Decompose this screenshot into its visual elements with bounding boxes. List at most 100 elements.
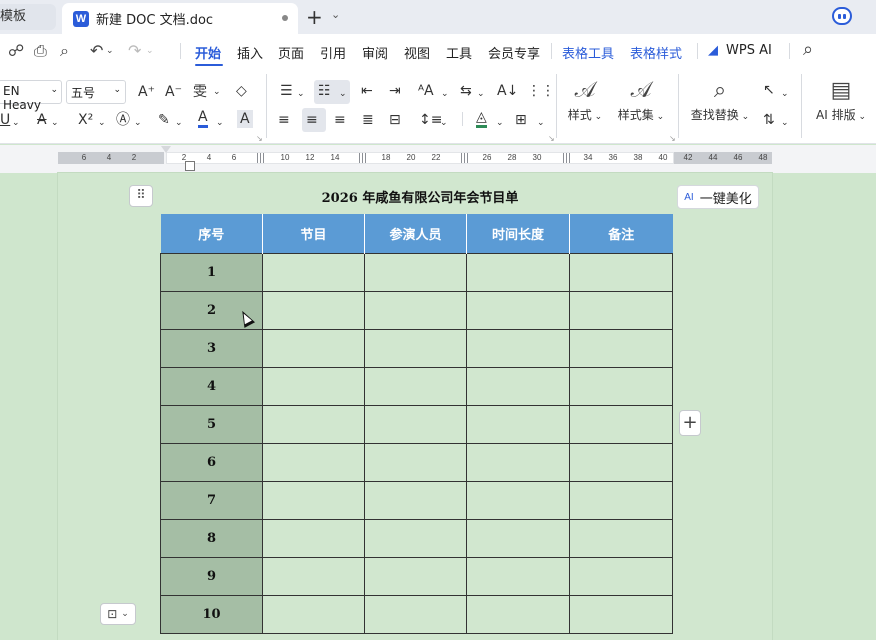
add-column-button[interactable]: + <box>679 410 701 436</box>
tab-list-chevron-icon[interactable]: ⌄ <box>331 8 340 21</box>
table-cell[interactable] <box>364 252 467 292</box>
table-cell[interactable] <box>569 594 673 634</box>
table-cell[interactable] <box>364 404 467 444</box>
justify-icon[interactable]: ≣ <box>362 111 374 129</box>
horizontal-ruler[interactable]: 6 4 2 2 4 6 10 12 14 18 20 22 26 28 30 3… <box>0 145 876 173</box>
row-number-cell[interactable]: 10 <box>160 594 263 634</box>
align-center-icon[interactable]: ≡ <box>306 111 318 129</box>
numbered-list-icon[interactable]: ☷ <box>318 82 331 100</box>
font-size-select[interactable]: 五号 ⌄ <box>66 80 126 104</box>
table-cell[interactable] <box>364 366 467 406</box>
redo-dropdown-icon[interactable]: ⌄ <box>146 46 154 56</box>
chevron-down-icon[interactable]: ⌄ <box>134 114 142 132</box>
assistant-robot-icon[interactable] <box>832 7 852 25</box>
menu-table-style[interactable]: 表格样式 <box>630 43 682 62</box>
hanging-indent-marker[interactable] <box>185 161 195 171</box>
strikethrough-icon[interactable]: A <box>37 111 47 129</box>
menu-tools[interactable]: 工具 <box>446 43 472 62</box>
table-move-handle[interactable]: ⠿ <box>129 185 153 207</box>
underline-icon[interactable]: U <box>0 111 10 129</box>
table-cell[interactable] <box>569 366 673 406</box>
menu-page[interactable]: 页面 <box>278 43 304 62</box>
styles-button[interactable]: 𝒜 样式 ⌄ <box>563 76 607 123</box>
table-cell[interactable] <box>569 556 673 596</box>
table-cell[interactable] <box>466 252 570 292</box>
decrease-indent-icon[interactable]: ⇤ <box>361 82 373 100</box>
table-cell[interactable] <box>364 480 467 520</box>
chevron-down-icon[interactable]: ⌄ <box>537 114 545 132</box>
tab-document[interactable]: W 新建 DOC 文档.doc <box>62 3 298 34</box>
row-number-cell[interactable]: 7 <box>160 480 263 520</box>
header-cell-program[interactable]: 节目 <box>262 214 365 253</box>
unsaved-dot-icon[interactable] <box>282 15 288 21</box>
chevron-down-icon[interactable]: ⌄ <box>98 114 106 132</box>
table-cell[interactable] <box>466 556 570 596</box>
table-cell[interactable] <box>364 556 467 596</box>
chevron-down-icon[interactable]: ⌄ <box>213 83 221 101</box>
distributed-icon[interactable]: ⊟ <box>389 111 401 129</box>
table-cell[interactable] <box>569 328 673 368</box>
table-cell[interactable] <box>364 518 467 558</box>
redo-icon[interactable]: ↷ <box>128 41 141 60</box>
column-marker-handle[interactable] <box>563 153 571 163</box>
column-marker-handle[interactable] <box>257 153 265 163</box>
table-cell[interactable] <box>262 594 365 634</box>
print-preview-icon[interactable]: ⌕ <box>60 41 69 61</box>
grow-font-icon[interactable]: A⁺ <box>138 83 155 101</box>
superscript-icon[interactable]: X² <box>78 111 93 129</box>
table-cell[interactable] <box>466 328 570 368</box>
sort-icon[interactable]: A↓ <box>497 82 518 100</box>
shrink-font-icon[interactable]: A⁻ <box>165 83 182 101</box>
table-cell[interactable] <box>262 290 365 330</box>
ai-beautify-button[interactable]: AI 一键美化 <box>677 185 759 209</box>
menu-view[interactable]: 视图 <box>404 43 430 62</box>
menu-wps-ai[interactable]: WPS AI <box>726 43 772 58</box>
column-marker-handle[interactable] <box>359 153 367 163</box>
menu-member[interactable]: 会员专享 <box>488 43 540 62</box>
table-cell[interactable] <box>569 442 673 482</box>
undo-dropdown-icon[interactable]: ⌄ <box>106 46 114 56</box>
menu-insert[interactable]: 插入 <box>237 43 263 62</box>
header-cell-remarks[interactable]: 备注 <box>569 214 673 253</box>
first-line-indent-marker[interactable] <box>161 146 171 153</box>
font-color-icon[interactable]: A <box>198 109 208 128</box>
table-cell[interactable] <box>262 366 365 406</box>
row-number-cell[interactable]: 8 <box>160 518 263 558</box>
char-shading-icon[interactable]: A <box>237 110 253 128</box>
share-icon[interactable]: ☍ <box>8 41 24 60</box>
table-cell[interactable] <box>466 518 570 558</box>
tab-template[interactable]: 模板 <box>0 4 56 30</box>
row-number-cell[interactable]: 3 <box>160 328 263 368</box>
text-effect-icon[interactable]: Ⓐ <box>116 111 130 129</box>
direction-icon[interactable]: ⇆ <box>460 82 472 100</box>
highlight-icon[interactable]: ✎ <box>158 111 170 129</box>
undo-icon[interactable]: ↶ <box>90 41 103 60</box>
chevron-down-icon[interactable]: ⌄ <box>51 114 59 132</box>
replace-swap-icon[interactable]: ⇅ <box>763 111 775 129</box>
menu-references[interactable]: 引用 <box>320 43 346 62</box>
find-replace-button[interactable]: ⌕ 查找替换 ⌄ <box>688 76 752 123</box>
table-cell[interactable] <box>569 480 673 520</box>
header-cell-duration[interactable]: 时间长度 <box>466 214 570 253</box>
menu-table-tools[interactable]: 表格工具 <box>562 43 614 62</box>
bullet-list-icon[interactable]: ☰ <box>280 82 293 100</box>
table-cell[interactable] <box>466 480 570 520</box>
table-cell[interactable] <box>569 518 673 558</box>
table-cell[interactable] <box>569 290 673 330</box>
chevron-down-icon[interactable]: ⌄ <box>441 85 449 103</box>
chevron-down-icon[interactable]: ⌄ <box>440 114 448 132</box>
increase-indent-icon[interactable]: ⇥ <box>389 82 401 100</box>
phonetic-guide-icon[interactable]: 雯 <box>193 83 207 101</box>
change-case-icon[interactable]: ᴬA <box>418 82 434 100</box>
align-right-icon[interactable]: ≡ <box>334 111 346 129</box>
ai-layout-button[interactable]: ▤ AI 排版 ⌄ <box>812 76 870 123</box>
table-cell[interactable] <box>466 594 570 634</box>
chevron-down-icon[interactable]: ⌄ <box>175 114 183 132</box>
search-icon[interactable]: ⌕ <box>803 39 813 60</box>
table-cell[interactable] <box>364 290 467 330</box>
table-cell[interactable] <box>364 442 467 482</box>
chevron-down-icon[interactable]: ⌄ <box>781 85 789 103</box>
table-cell[interactable] <box>262 252 365 292</box>
chevron-down-icon[interactable]: ⌄ <box>12 114 20 132</box>
menu-home[interactable]: 开始 <box>195 43 221 62</box>
